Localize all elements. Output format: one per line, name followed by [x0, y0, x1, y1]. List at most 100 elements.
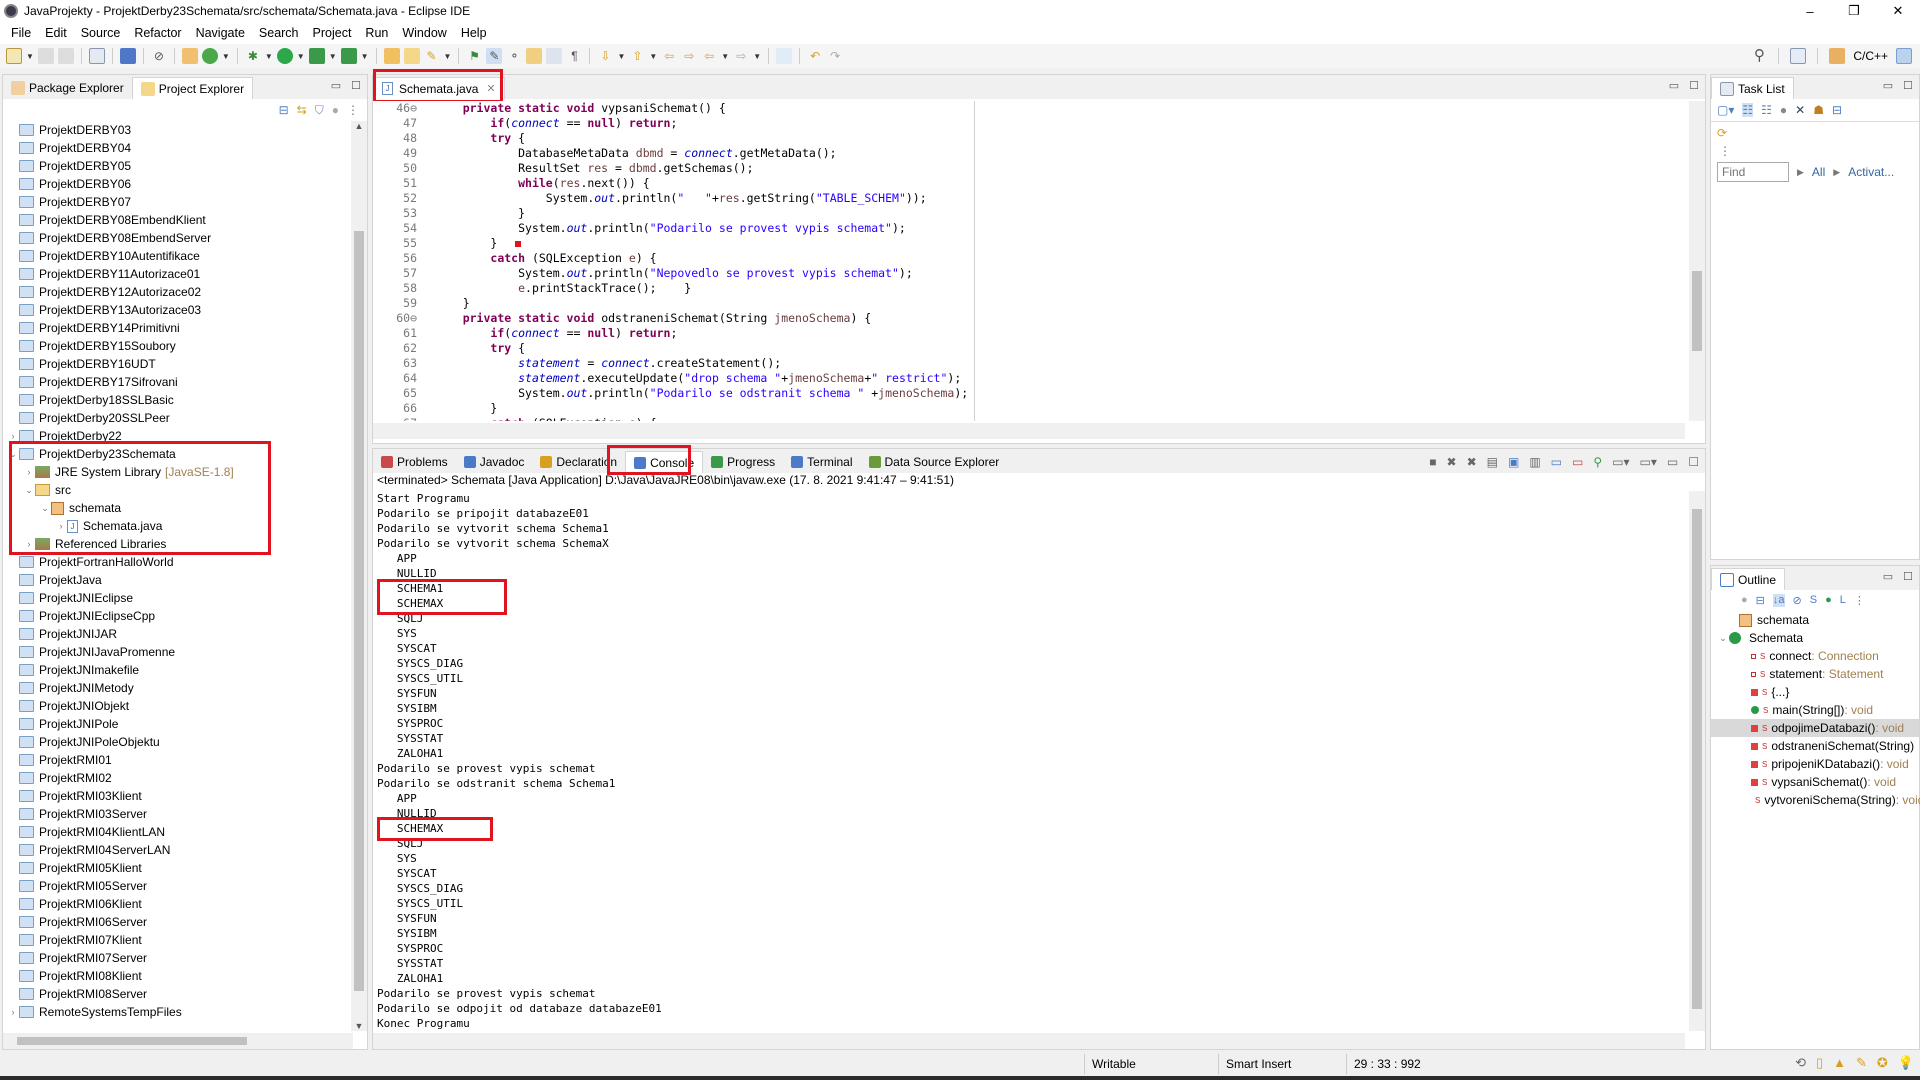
- chevron-right-icon[interactable]: ›: [7, 1007, 19, 1017]
- editor-vertical-scrollbar[interactable]: [1689, 101, 1705, 421]
- tree-item[interactable]: ProjektDERBY11Autorizace01: [3, 265, 353, 283]
- filter-activate-link[interactable]: Activat...: [1848, 165, 1894, 179]
- outline-item[interactable]: Sconnect : Connection: [1711, 647, 1919, 665]
- tree-item[interactable]: ProjektJNIMetody: [3, 679, 353, 697]
- new-class-icon[interactable]: [201, 48, 218, 64]
- console-vertical-scrollbar[interactable]: [1689, 491, 1705, 1031]
- tab-task-list[interactable]: Task List: [1711, 77, 1794, 99]
- outline-item[interactable]: SvytvoreniSchema(String) : void: [1711, 791, 1920, 809]
- search-icon[interactable]: ⚲: [1751, 48, 1767, 64]
- menu-project[interactable]: Project: [306, 26, 359, 40]
- outline-item[interactable]: S {...}: [1711, 683, 1919, 701]
- search-tool-icon[interactable]: ✎: [424, 48, 440, 64]
- last-edit-icon[interactable]: ⇦: [661, 48, 677, 64]
- tab-outline[interactable]: Outline: [1711, 568, 1786, 590]
- tree-vertical-scrollbar[interactable]: ▲ ▼: [351, 121, 367, 1031]
- menu-navigate[interactable]: Navigate: [189, 26, 252, 40]
- tree-item[interactable]: ProjektDERBY12Autorizace02: [3, 283, 353, 301]
- minimize-console-icon[interactable]: ▭: [1667, 455, 1678, 469]
- maximize-view-icon[interactable]: ☐: [351, 79, 361, 92]
- open-type-icon[interactable]: [383, 48, 400, 64]
- run-icon[interactable]: [276, 48, 293, 64]
- tab-progress[interactable]: Progress: [703, 451, 784, 473]
- outline-item[interactable]: Sstatement : Statement: [1711, 665, 1919, 683]
- tree-item[interactable]: ProjektRMI04ServerLAN: [3, 841, 353, 859]
- next-annotation-icon[interactable]: ⇩: [597, 48, 613, 64]
- debug-icon[interactable]: ✱: [245, 48, 261, 64]
- terminate-icon[interactable]: ■: [1429, 455, 1436, 469]
- cpp-perspective-label[interactable]: C/C++: [1853, 49, 1888, 63]
- chevron-down-icon[interactable]: ⌄: [39, 503, 51, 514]
- tab-data-source-explorer[interactable]: Data Source Explorer: [860, 451, 1008, 473]
- view-menu-icon[interactable]: ⋮: [347, 103, 359, 118]
- menu-refactor[interactable]: Refactor: [127, 26, 188, 40]
- tab-project-explorer[interactable]: Project Explorer: [131, 77, 254, 99]
- tree-item[interactable]: ProjektRMI06Server: [3, 913, 353, 931]
- collapse-tasks-icon[interactable]: ⊟: [1832, 103, 1842, 117]
- tree-item[interactable]: ProjektDERBY07: [3, 193, 353, 211]
- remove-launch-icon[interactable]: ✖: [1447, 455, 1457, 469]
- editor-horizontal-scrollbar[interactable]: [373, 423, 1685, 439]
- tips-icon[interactable]: ▯: [1816, 1055, 1823, 1071]
- menu-file[interactable]: File: [4, 26, 38, 40]
- outline-item[interactable]: SpripojeniKDatabazi() : void: [1711, 755, 1919, 773]
- sync-status-icon[interactable]: ⟲: [1795, 1055, 1806, 1071]
- hide-static-icon[interactable]: S: [1810, 594, 1817, 607]
- wand-icon[interactable]: ✎: [1856, 1055, 1867, 1071]
- sync-icon[interactable]: ⟳: [1711, 122, 1919, 144]
- whats-new-icon[interactable]: ✪: [1877, 1055, 1888, 1071]
- tutorials-icon[interactable]: ▲: [1833, 1055, 1846, 1071]
- code-editor[interactable]: 46⊖ private static void vypsaniSchemat()…: [373, 101, 1683, 421]
- tree-item[interactable]: ProjektRMI01: [3, 751, 353, 769]
- tree-item[interactable]: ProjektDERBY04: [3, 139, 353, 157]
- tree-item[interactable]: ProjektFortranHalloWorld: [3, 553, 353, 571]
- minimize-editor-icon[interactable]: ▭: [1669, 79, 1679, 92]
- mark-occurrences-icon[interactable]: ✎: [486, 48, 503, 64]
- focus-workweek-icon[interactable]: ●: [1780, 103, 1787, 117]
- tree-item[interactable]: ProjektDERBY17Sifrovani: [3, 373, 353, 391]
- tree-item[interactable]: ProjektDerby18SSLBasic: [3, 391, 353, 409]
- tree-item[interactable]: ProjektDERBY05: [3, 157, 353, 175]
- close-button[interactable]: ✕: [1876, 0, 1920, 22]
- tree-item[interactable]: › ProjektDerby22: [3, 427, 353, 445]
- tree-item[interactable]: ProjektRMI08Server: [3, 985, 353, 1003]
- tree-item[interactable]: ProjektRMI05Klient: [3, 859, 353, 877]
- tree-item[interactable]: ProjektDerby20SSLPeer: [3, 409, 353, 427]
- tree-item[interactable]: ProjektJNIJAR: [3, 625, 353, 643]
- chevron-right-icon[interactable]: ›: [23, 539, 35, 549]
- collapse-all-icon[interactable]: ⊟: [279, 103, 289, 118]
- tree-item[interactable]: › J Schemata.java: [3, 517, 353, 535]
- outline-item[interactable]: Smain(String[]) : void: [1711, 701, 1919, 719]
- tree-item[interactable]: ProjektJava: [3, 571, 353, 589]
- categorized-icon[interactable]: ☷: [1742, 103, 1754, 117]
- scroll-down-icon[interactable]: ▼: [351, 1021, 367, 1031]
- tree-item[interactable]: ProjektJNIPoleObjektu: [3, 733, 353, 751]
- save-all-icon[interactable]: [57, 48, 74, 64]
- menu-window[interactable]: Window: [395, 26, 453, 40]
- tree-item[interactable]: › RemoteSystemsTempFiles: [3, 1003, 353, 1021]
- minimize-tasks-icon[interactable]: ▭: [1883, 79, 1893, 92]
- undo-icon[interactable]: ↶: [807, 48, 823, 64]
- filter-icon[interactable]: ⛉: [315, 103, 324, 118]
- chevron-right-icon[interactable]: ›: [23, 467, 35, 477]
- tree-item[interactable]: ProjektRMI07Server: [3, 949, 353, 967]
- console-output[interactable]: Start Programu Podarilo se pripojit datab…: [373, 491, 1685, 1031]
- hide-completed-icon[interactable]: ✕: [1795, 103, 1805, 117]
- new-project-icon[interactable]: [181, 48, 198, 64]
- save-icon[interactable]: [37, 48, 54, 64]
- maximize-button[interactable]: ❐: [1832, 0, 1876, 22]
- scroll-lock-icon[interactable]: ▣: [1508, 455, 1519, 469]
- back-icon[interactable]: ⇦: [701, 48, 717, 64]
- outline-item[interactable]: SodpojimeDatabazi() : void: [1711, 719, 1919, 737]
- chevron-right-icon[interactable]: ›: [55, 521, 67, 531]
- maximize-console-icon[interactable]: ☐: [1688, 455, 1699, 469]
- tree-item[interactable]: ProjektRMI02: [3, 769, 353, 787]
- open-folder-icon[interactable]: [403, 48, 420, 64]
- tree-item[interactable]: ProjektJNImakefile: [3, 661, 353, 679]
- tree-item[interactable]: ProjektRMI06Klient: [3, 895, 353, 913]
- tab-schemata-java[interactable]: J Schemata.java ✕: [373, 77, 505, 99]
- remove-all-launches-icon[interactable]: ✖: [1467, 455, 1477, 469]
- outline-item[interactable]: schemata: [1711, 611, 1919, 629]
- menu-edit[interactable]: Edit: [38, 26, 74, 40]
- cpp-perspective-icon[interactable]: [1829, 48, 1846, 64]
